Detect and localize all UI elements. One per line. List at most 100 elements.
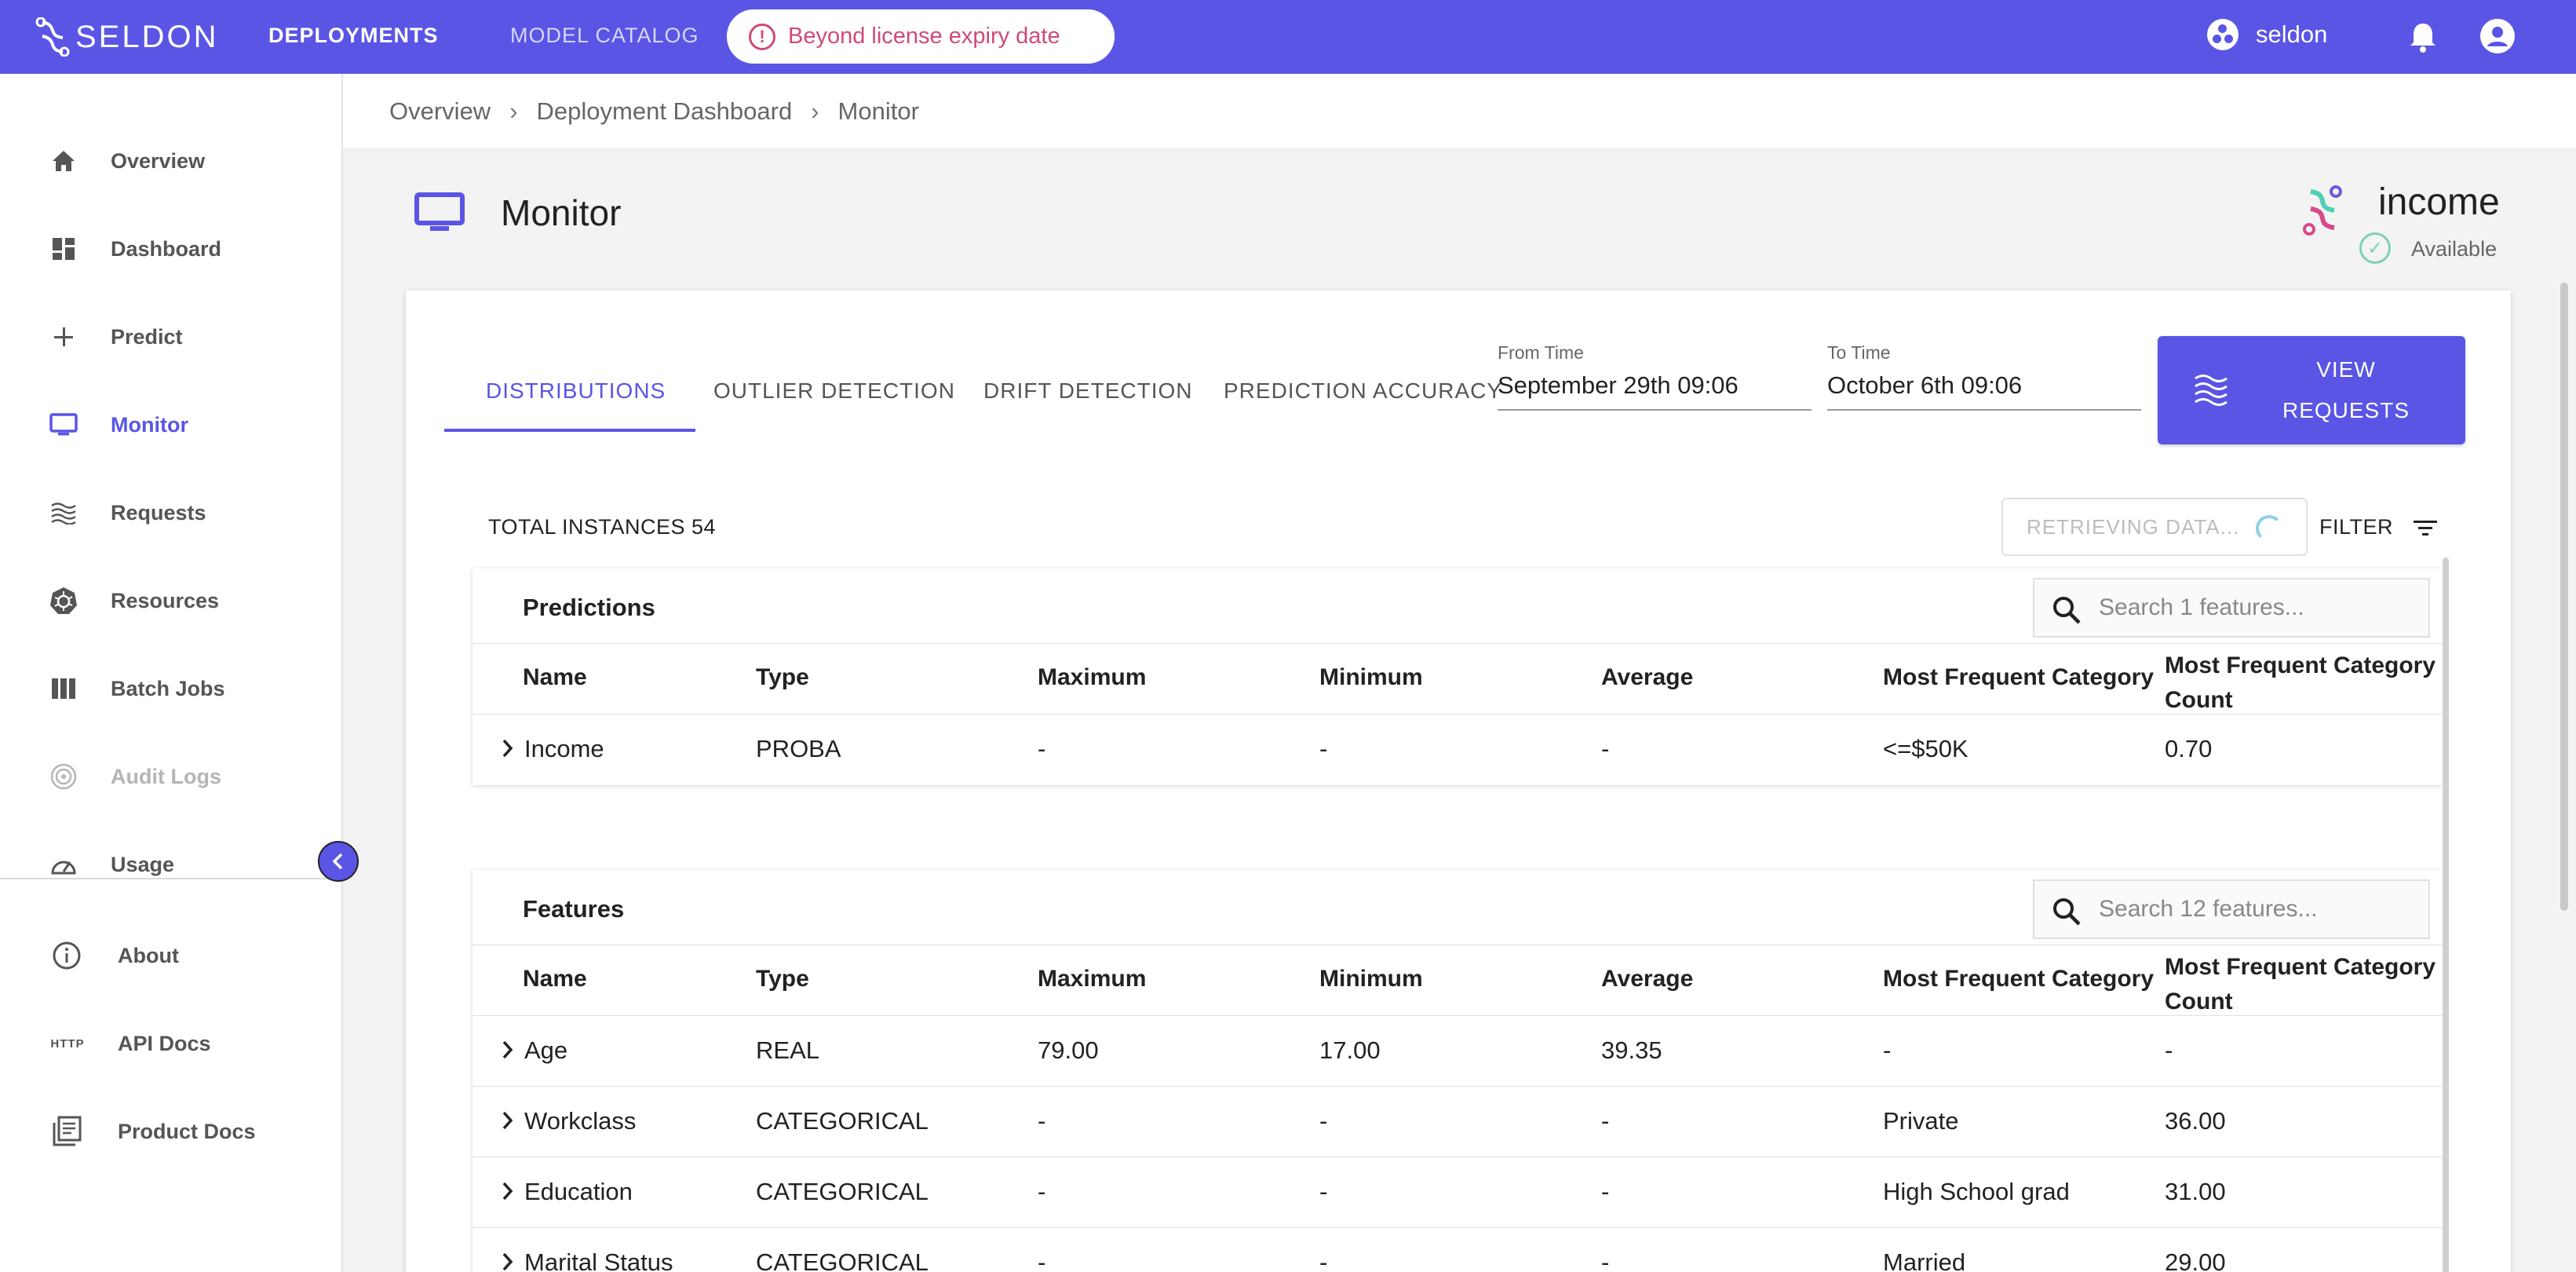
- sidebar-item-requests[interactable]: Requests: [0, 481, 343, 544]
- seldon-logo[interactable]: SELDON: [35, 16, 219, 58]
- nav-deployments[interactable]: DEPLOYMENTS: [268, 24, 439, 48]
- license-warning-badge[interactable]: ! Beyond license expiry date: [727, 9, 1115, 64]
- table-row[interactable]: Workclass CATEGORICAL - - - Private 36.0…: [473, 1087, 2443, 1157]
- view-requests-line2: REQUESTS: [2282, 398, 2410, 422]
- table-row[interactable]: Age REAL 79.00 17.00 39.35 - -: [473, 1016, 2443, 1087]
- search-icon: [2053, 898, 2081, 926]
- info-icon: [52, 941, 82, 970]
- notifications-bell-icon[interactable]: [2407, 20, 2439, 53]
- fingerprint-icon: [49, 762, 78, 791]
- column-header-maximum: Maximum: [1038, 664, 1147, 690]
- sidebar-item-product-docs[interactable]: Product Docs: [0, 1100, 343, 1163]
- page-title: Monitor: [501, 192, 622, 233]
- to-time-field[interactable]: To Time October 6th 09:06: [1827, 342, 2141, 411]
- monitor-icon: [49, 410, 78, 440]
- cell-minimum: -: [1319, 1178, 1328, 1205]
- table-row[interactable]: Education CATEGORICAL - - - High School …: [473, 1157, 2443, 1228]
- plus-icon: [49, 322, 78, 352]
- account-circle-icon[interactable]: [2480, 19, 2515, 53]
- alert-icon: !: [749, 23, 775, 50]
- filter-label: FILTER: [2319, 515, 2394, 539]
- tab-prediction-accuracy[interactable]: PREDICTION ACCURACY: [1224, 378, 1502, 404]
- seldon-logo-icon: [35, 17, 70, 57]
- cell-average: -: [1601, 735, 1610, 762]
- predictions-search-input[interactable]: Search 1 features...: [2033, 578, 2430, 638]
- sidebar-item-label: API Docs: [118, 1031, 211, 1055]
- column-header-most-frequent-category: Most Frequent Category: [1883, 664, 2155, 690]
- organization-icon: [2207, 19, 2238, 50]
- sidebar-item-label: Usage: [111, 852, 175, 876]
- sidebar-item-about[interactable]: About: [0, 924, 343, 987]
- monitor-card: DISTRIBUTIONS OUTLIER DETECTION DRIFT DE…: [406, 291, 2511, 1272]
- cell-most-frequent-category-count: 0.70: [2165, 735, 2213, 762]
- cell-most-frequent-category-count: 36.00: [2165, 1107, 2226, 1135]
- column-header-type: Type: [756, 966, 809, 992]
- cell-average: 39.35: [1601, 1036, 1662, 1064]
- brand-name: SELDON: [75, 19, 219, 54]
- sidebar-item-api-docs[interactable]: HTTP API Docs: [0, 1012, 343, 1075]
- sidebar-item-label: Monitor: [111, 412, 188, 437]
- cell-most-frequent-category-count: -: [2165, 1036, 2173, 1064]
- nav-model-catalog[interactable]: MODEL CATALOG: [510, 24, 699, 48]
- table-row[interactable]: Income PROBA - - - <=$50K 0.70: [473, 715, 2443, 785]
- sidebar-item-resources[interactable]: Resources: [0, 569, 343, 632]
- table-row[interactable]: Marital Status CATEGORICAL - - - Married…: [473, 1228, 2443, 1272]
- tab-distributions[interactable]: DISTRIBUTIONS: [486, 378, 666, 404]
- to-time-input[interactable]: October 6th 09:06: [1827, 371, 2141, 411]
- sidebar-item-dashboard[interactable]: Dashboard: [0, 217, 343, 280]
- cell-maximum: -: [1038, 735, 1046, 762]
- sidebar-item-label: Product Docs: [118, 1119, 256, 1143]
- license-warning-text: Beyond license expiry date: [788, 24, 1060, 49]
- sidebar-item-label: Requests: [111, 500, 206, 525]
- top-bar: SELDON DEPLOYMENTS MODEL CATALOG ! Beyon…: [0, 0, 2576, 74]
- table-header-row: Name Type Maximum Minimum Average Most F…: [473, 945, 2443, 1016]
- http-icon: HTTP: [50, 1036, 85, 1051]
- sidebar-item-overview[interactable]: Overview: [0, 130, 343, 192]
- collapse-sidebar-button[interactable]: [318, 841, 359, 882]
- sidebar-item-batch-jobs[interactable]: Batch Jobs: [0, 657, 343, 720]
- sidebar-item-label: Dashboard: [111, 236, 222, 261]
- kubernetes-icon: [49, 586, 78, 616]
- sidebar-divider: [0, 878, 343, 879]
- predictions-header: Predictions Search 1 features...: [473, 568, 2443, 644]
- breadcrumb-item-dashboard[interactable]: Deployment Dashboard: [537, 97, 793, 126]
- from-time-field[interactable]: From Time September 29th 09:06: [1498, 342, 1812, 411]
- cell-minimum: 17.00: [1319, 1036, 1381, 1064]
- features-header: Features Search 12 features...: [473, 870, 2443, 945]
- sidebar-item-audit-logs[interactable]: Audit Logs: [0, 745, 343, 808]
- chevron-right-icon[interactable]: [501, 738, 515, 758]
- chevron-right-icon[interactable]: [501, 1252, 515, 1272]
- chevron-right-icon: ›: [811, 97, 819, 125]
- page-scrollbar[interactable]: [2560, 283, 2568, 911]
- features-search-input[interactable]: Search 12 features...: [2033, 879, 2430, 939]
- user-menu[interactable]: seldon: [2207, 19, 2327, 50]
- column-header-average: Average: [1601, 664, 1694, 690]
- chevron-right-icon[interactable]: [501, 1181, 515, 1201]
- card-scrollbar[interactable]: [2443, 557, 2449, 1272]
- cell-average: -: [1601, 1248, 1610, 1272]
- chevron-right-icon[interactable]: [501, 1110, 515, 1131]
- sidebar-item-monitor[interactable]: Monitor: [0, 393, 343, 456]
- cell-most-frequent-category: High School grad: [1883, 1178, 2070, 1205]
- column-header-maximum: Maximum: [1038, 966, 1147, 992]
- view-requests-button[interactable]: VIEW REQUESTS: [2158, 336, 2465, 444]
- tab-drift-detection[interactable]: DRIFT DETECTION: [983, 378, 1192, 404]
- cell-maximum: -: [1038, 1248, 1046, 1272]
- view-requests-label: VIEW REQUESTS: [2260, 349, 2432, 431]
- active-tab-indicator: [444, 429, 695, 432]
- sidebar-item-predict[interactable]: Predict: [0, 305, 343, 368]
- cell-minimum: -: [1319, 1107, 1328, 1135]
- cell-type: PROBA: [756, 735, 841, 762]
- docs-icon: [52, 1116, 82, 1146]
- table-header-row: Name Type Maximum Minimum Average Most F…: [473, 644, 2443, 715]
- cell-type: REAL: [756, 1036, 819, 1064]
- search-placeholder: Search 12 features...: [2099, 896, 2318, 922]
- from-time-input[interactable]: September 29th 09:06: [1498, 371, 1812, 411]
- tab-outlier-detection[interactable]: OUTLIER DETECTION: [713, 378, 955, 404]
- column-header-minimum: Minimum: [1319, 664, 1423, 690]
- chevron-right-icon[interactable]: [501, 1040, 515, 1060]
- breadcrumb-item-overview[interactable]: Overview: [389, 97, 491, 126]
- filter-button[interactable]: FILTER: [2319, 515, 2438, 539]
- column-header-name: Name: [523, 966, 587, 992]
- sidebar-item-usage[interactable]: Usage: [0, 833, 343, 896]
